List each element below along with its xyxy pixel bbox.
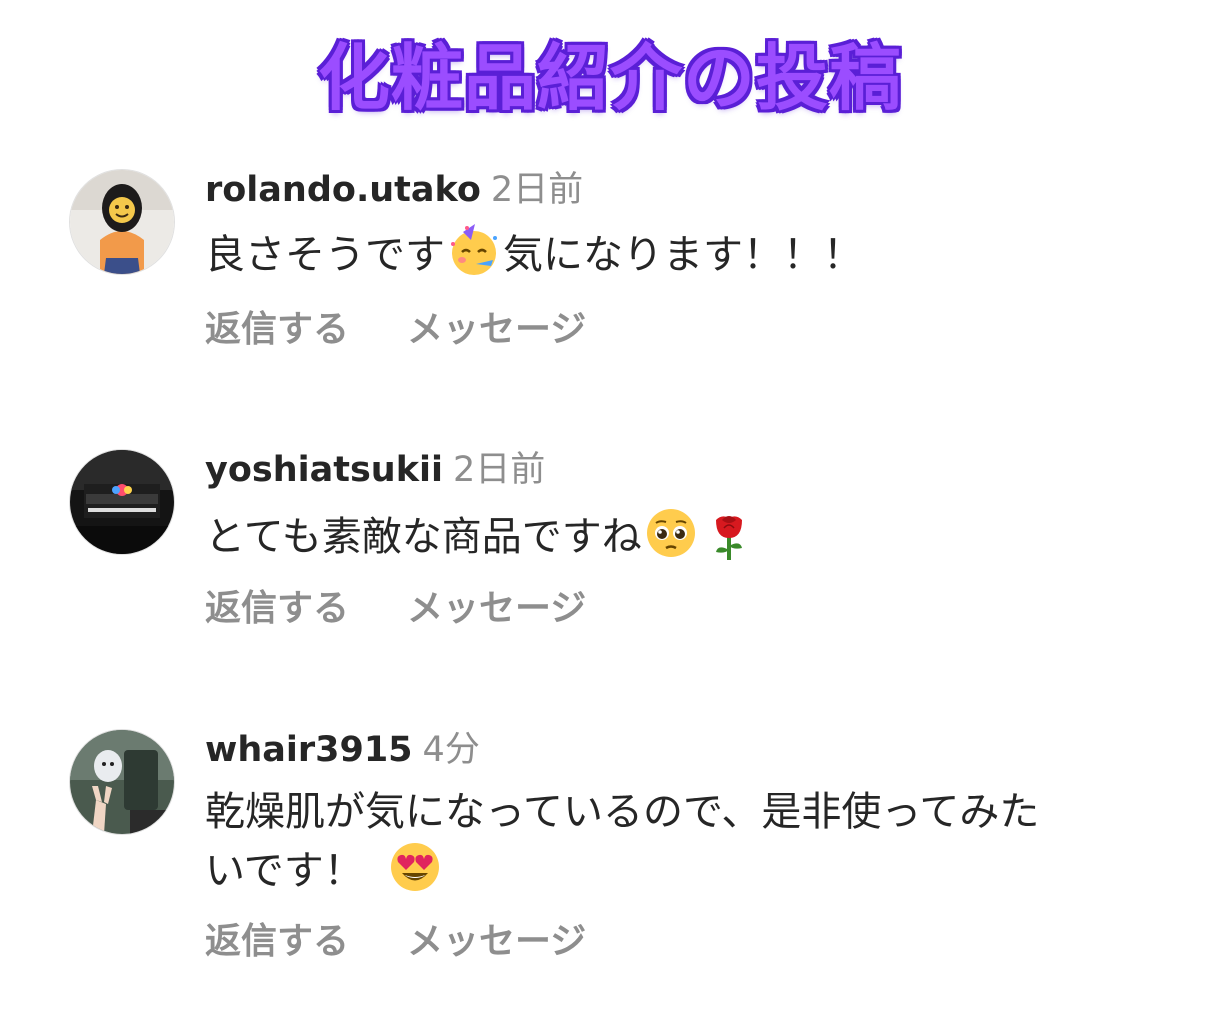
partying-face-icon xyxy=(447,224,501,278)
heart-eyes-face-icon xyxy=(388,840,442,894)
comment-text-line: 乾燥肌が気になっているので、是非使ってみた xyxy=(205,789,1040,835)
message-button[interactable]: メッセージ xyxy=(407,305,586,355)
comment-text-line: いです！ xyxy=(205,840,1125,899)
comment-actions: 返信する メッセージ xyxy=(205,917,586,967)
username[interactable]: rolando.utako xyxy=(205,170,481,210)
reply-button[interactable]: 返信する xyxy=(205,917,349,967)
message-button[interactable]: メッセージ xyxy=(407,584,586,634)
page-title: 化粧品紹介の投稿 xyxy=(317,36,902,120)
timestamp: 4分 xyxy=(422,730,480,770)
comment-actions: 返信する メッセージ xyxy=(205,305,586,355)
username[interactable]: whair3915 xyxy=(205,730,413,770)
comment-text-part: いです！ xyxy=(205,848,364,894)
comment-header: yoshiatsukii 2日前 xyxy=(205,448,545,492)
comment-text: 乾燥肌が気になっているので、是非使ってみた いです！ xyxy=(205,784,1125,899)
rose-icon xyxy=(702,506,756,560)
avatar[interactable] xyxy=(70,450,174,554)
username[interactable]: yoshiatsukii xyxy=(205,450,443,490)
reply-button[interactable]: 返信する xyxy=(205,584,349,634)
comment-text: とても素敵な商品ですね xyxy=(205,506,1125,565)
timestamp: 2日前 xyxy=(490,170,584,210)
comment-actions: 返信する メッセージ xyxy=(205,584,586,634)
comment-text-part: 気になります！！！ xyxy=(503,232,863,278)
reply-button[interactable]: 返信する xyxy=(205,305,349,355)
timestamp: 2日前 xyxy=(452,450,546,490)
avatar[interactable] xyxy=(70,730,174,834)
comment-header: rolando.utako 2日前 xyxy=(205,168,583,212)
comment-text-part: とても素敵な商品ですね xyxy=(205,514,642,560)
comment-text-part: 良さそうです xyxy=(205,232,445,278)
message-button[interactable]: メッセージ xyxy=(407,917,586,967)
comment-text: 良さそうです 気になります！！！ xyxy=(205,224,1125,283)
pleading-face-icon xyxy=(644,506,698,560)
avatar[interactable] xyxy=(70,170,174,274)
comment-header: whair3915 4分 xyxy=(205,728,480,772)
